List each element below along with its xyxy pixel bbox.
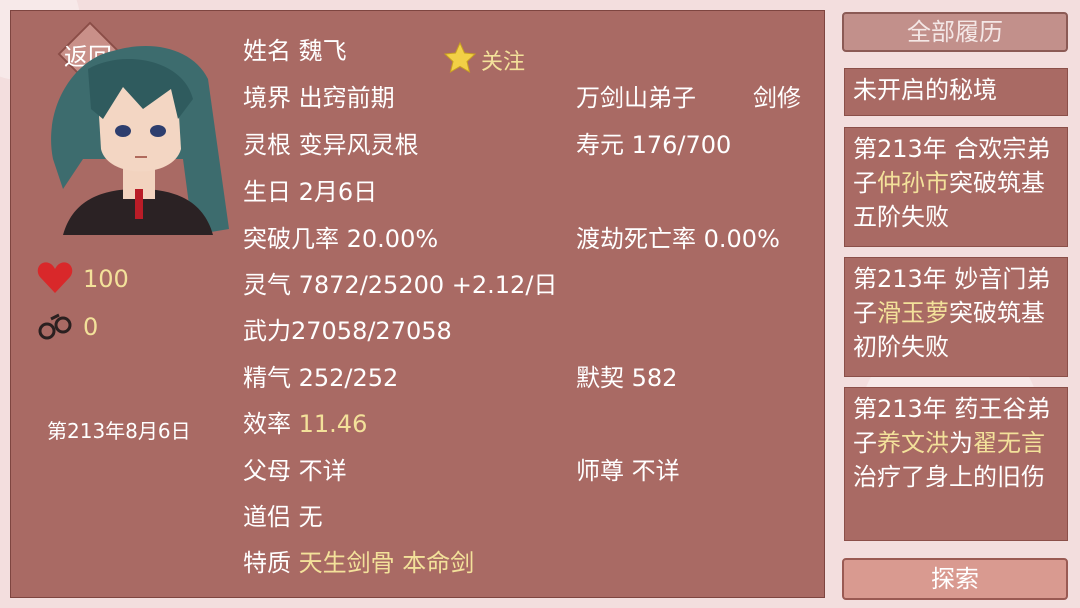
- history-text: 治疗了身上的旧伤: [853, 463, 1045, 491]
- essence-field: 精气 252/252: [243, 364, 399, 392]
- lifespan-field: 寿元 176/700: [576, 131, 732, 159]
- character-portrait: [51, 46, 229, 235]
- name-field: 姓名 魏飞: [243, 37, 347, 65]
- history-person-name[interactable]: 翟无言: [973, 429, 1045, 457]
- history-person-name[interactable]: 滑玉萝: [877, 299, 949, 327]
- force-field: 武力27058/27058: [243, 317, 452, 345]
- history-card: 未开启的秘境: [844, 68, 1068, 116]
- spirit-energy-field: 灵气 7872/25200 +2.12/日: [243, 271, 558, 299]
- follow-button[interactable]: 关注: [481, 44, 525, 76]
- tribulation-death-rate-field: 渡劫死亡率 0.00%: [576, 225, 780, 253]
- trait-item[interactable]: 本命剑: [402, 549, 474, 577]
- history-person-name[interactable]: 养文洪: [877, 429, 949, 457]
- shackles-icon: [38, 313, 72, 340]
- history-text: 未开启的秘境: [853, 76, 997, 104]
- traits-label: 特质: [243, 549, 291, 577]
- efficiency-field: 效率 11.46: [243, 404, 367, 439]
- explore-button[interactable]: 探索: [842, 558, 1068, 600]
- hearts-value: 100: [83, 265, 129, 293]
- history-panel: 全部履历 未开启的秘境 第213年 合欢宗弟子仲孙市突破筑基五阶失败 第213年…: [838, 10, 1070, 600]
- sect-field: 万剑山弟子: [576, 84, 696, 112]
- history-card: 第213年 药王谷弟子养文洪为翟无言治疗了身上的旧伤: [844, 387, 1068, 541]
- shackles-value: 0: [83, 313, 99, 341]
- master-field: 师尊 不详: [576, 457, 680, 485]
- efficiency-label: 效率: [243, 410, 291, 438]
- history-text: 为: [949, 429, 973, 457]
- history-card: 第213年 妙音门弟子滑玉萝突破筑基初阶失败: [844, 257, 1068, 377]
- parents-field: 父母 不详: [243, 457, 347, 485]
- star-icon[interactable]: [443, 41, 477, 75]
- partner-field: 道侣 无: [243, 503, 323, 531]
- history-card: 第213年 合欢宗弟子仲孙市突破筑基五阶失败: [844, 127, 1068, 247]
- traits-field: 特质 天生剑骨 本命剑: [243, 543, 474, 578]
- spirit-root-field: 灵根 变异风灵根: [243, 131, 419, 159]
- breakthrough-rate-field: 突破几率 20.00%: [243, 225, 439, 253]
- realm-field: 境界 出窍前期: [243, 84, 395, 112]
- all-history-button[interactable]: 全部履历: [842, 12, 1068, 52]
- game-date: 第213年8月6日: [47, 419, 191, 443]
- character-info-panel: 返回 100 0 第213年8月6日 关注 姓名 魏飞 境界 出窍前期 万剑山弟…: [10, 10, 825, 598]
- efficiency-value: 11.46: [298, 410, 368, 438]
- birthday-field: 生日 2月6日: [243, 178, 378, 206]
- tacit-field: 默契 582: [576, 364, 678, 392]
- role-field: 剑修: [753, 84, 801, 112]
- trait-item[interactable]: 天生剑骨: [299, 549, 395, 577]
- heart-icon: [37, 262, 73, 293]
- history-person-name[interactable]: 仲孙市: [877, 169, 949, 197]
